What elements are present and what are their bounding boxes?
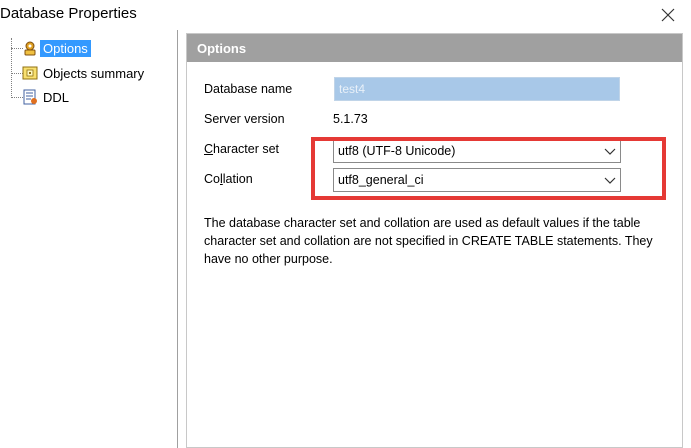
- server-version-value: 5.1.73: [333, 112, 368, 126]
- objects-summary-icon: [20, 63, 40, 83]
- panel-header: Options: [187, 34, 682, 62]
- window-title: Database Properties: [0, 5, 137, 22]
- character-set-dropdown[interactable]: utf8 (UTF-8 Unicode): [333, 139, 621, 163]
- title-bar: Database Properties: [0, 0, 691, 30]
- character-set-label-accel: C: [204, 142, 214, 156]
- database-name-field: test4: [334, 77, 620, 101]
- options-panel: Options Database name test4 Server versi…: [186, 33, 683, 448]
- tree-item-options[interactable]: Options: [20, 38, 91, 58]
- close-icon: [661, 8, 675, 22]
- close-button[interactable]: [645, 0, 691, 30]
- database-name-label: Database name: [204, 82, 293, 96]
- tree-connector: [11, 38, 12, 98]
- collation-label-prefix: Co: [204, 172, 220, 186]
- server-version-label: Server version: [204, 112, 285, 126]
- collation-dropdown[interactable]: utf8_general_ci: [333, 168, 621, 192]
- description-text: The database character set and collation…: [204, 216, 653, 266]
- collation-label: Collation: [204, 172, 253, 186]
- ddl-icon: [20, 87, 40, 107]
- tree-item-label: DDL: [43, 89, 70, 105]
- character-set-value: utf8 (UTF-8 Unicode): [338, 144, 456, 158]
- character-set-label-text: haracter set: [213, 142, 280, 156]
- navigation-tree: Options Objects summary DDL: [0, 30, 178, 448]
- tree-item-objects-summary[interactable]: Objects summary: [20, 63, 147, 83]
- tree-item-label: Options: [40, 39, 91, 57]
- chevron-down-icon: [604, 145, 616, 157]
- options-icon: [20, 38, 40, 58]
- collation-label-text: lation: [222, 172, 253, 186]
- chevron-down-icon: [604, 174, 616, 186]
- tree-item-label: Objects summary: [43, 65, 145, 81]
- collation-value: utf8_general_ci: [338, 173, 424, 187]
- character-set-label: Character set: [204, 142, 279, 156]
- tree-item-ddl[interactable]: DDL: [20, 87, 72, 107]
